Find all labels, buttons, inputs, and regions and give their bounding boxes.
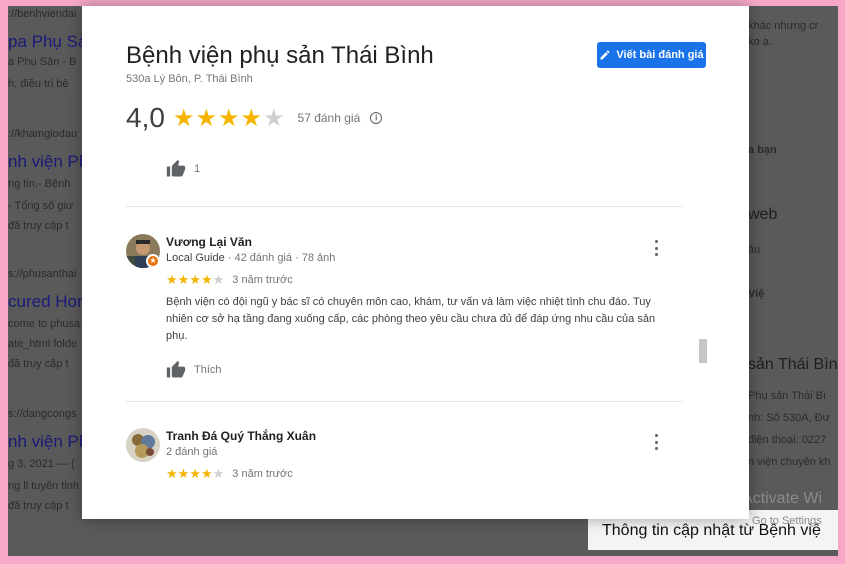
background-panel-line: ầu	[748, 244, 761, 256]
background-panel-line: khác nhưng cr	[748, 20, 819, 32]
star-filled-icon: ★	[172, 104, 196, 132]
like-count: 1	[194, 163, 201, 175]
thumbs-up-icon	[166, 360, 186, 378]
review-date: 3 năm trước	[232, 468, 293, 480]
scrollbar-thumb[interactable]	[699, 339, 707, 363]
review-like-button[interactable]: Thích	[166, 360, 222, 380]
star-filled-icon: ★	[195, 104, 218, 132]
star-filled-icon: ★	[177, 272, 190, 287]
background-search-results: ://benhviendai pa Phụ Sả a Phụ Sản - B h, đ…	[8, 6, 88, 556]
star-empty-icon: ★	[263, 104, 286, 132]
review-text: Bệnh viện có đội ngũ y bác sĩ có chuyên …	[166, 296, 656, 342]
reviewer-meta: Local Guide · 42 đánh giá · 78 ảnh	[166, 252, 335, 264]
background-result-line: a Phụ Sản - B	[8, 56, 77, 68]
background-panel-line: n viện chuyên kh	[748, 456, 831, 468]
background-panel-line: Việ	[748, 288, 765, 300]
background-panel-line: web	[748, 206, 778, 223]
activate-windows-watermark: Activate Wi	[742, 490, 823, 507]
rating-value: 4,0	[126, 102, 165, 133]
thumbs-up-icon	[166, 159, 186, 177]
reviewer-avatar[interactable]	[126, 428, 160, 462]
review-rating: ★★★★★ 3 năm trước	[166, 272, 293, 288]
star-filled-icon: ★	[200, 466, 213, 481]
rating-stars: ★★★★★	[173, 104, 286, 133]
background-panel-line: điện thoại: 0227	[748, 434, 827, 446]
background-result-line: g 3, 2021 — (	[8, 458, 75, 470]
background-result-line: ng tin.- Bệnh	[8, 178, 71, 190]
background-result-line: pa Phụ Sả	[8, 32, 88, 51]
background-panel-line: nh: Số 530A, Đư	[748, 412, 830, 424]
review-card: Tranh Đá Quý Thắng Xuân 2 đánh giá ★★★★★…	[126, 428, 686, 498]
reviewer-meta: 2 đánh giá	[166, 446, 218, 458]
background-result-line: ate_html folde	[8, 338, 78, 350]
background-result-line: ://benhviendai	[8, 8, 77, 20]
local-guide-badge-icon: ★	[146, 254, 160, 268]
top-review-like[interactable]: 1	[166, 159, 200, 179]
star-empty-icon: ★	[212, 466, 225, 481]
like-label: Thích	[194, 364, 222, 376]
reviewer-name[interactable]: Tranh Đá Quý Thắng Xuân	[166, 429, 316, 443]
star-filled-icon: ★	[189, 466, 201, 481]
reviews-dialog: Bệnh viện phụ sản Thái Bình 530a Lý Bôn,…	[82, 6, 749, 519]
review-rating: ★★★★★ 3 năm trước	[166, 466, 293, 482]
background-result-line: s://phusanthai	[8, 268, 77, 280]
review-divider	[126, 206, 683, 207]
place-title: Bệnh viện phụ sản Thái Bình	[126, 42, 434, 69]
overall-rating: 4,0 ★★★★★ 57 đánh giá i	[126, 102, 383, 134]
background-result-line: s://dangcongs	[8, 408, 77, 420]
star-filled-icon: ★	[166, 272, 178, 287]
write-review-label: Viết bài đánh giá	[616, 49, 704, 61]
background-result-line: đã truy cập t	[8, 358, 69, 370]
background-result-line: come to phusa	[8, 318, 81, 330]
review-card: ★ Vương Lại Văn Local Guide · 42 đánh gi…	[126, 234, 686, 384]
local-guide-label: Local Guide	[166, 252, 225, 264]
star-filled-icon: ★	[200, 272, 213, 287]
background-result-line: nh viện Ph	[8, 152, 89, 171]
reviewer-name[interactable]: Vương Lại Văn	[166, 235, 252, 249]
review-divider	[126, 401, 683, 402]
background-result-line: h, điều trị bệ	[8, 78, 69, 90]
background-result-line: cured Hon	[8, 292, 87, 311]
review-stars: ★★★★★	[166, 272, 224, 288]
star-filled-icon: ★	[177, 466, 190, 481]
write-review-button[interactable]: Viết bài đánh giá	[597, 42, 706, 68]
background-panel-line: sản Thái Bìn	[748, 356, 838, 373]
background-result-line: đã truy cập t	[8, 500, 69, 512]
background-result-line: ng ll tuyến tỉnh	[8, 480, 79, 492]
star-filled-icon: ★	[189, 272, 201, 287]
background-result-line: ://khamgiodau	[8, 128, 78, 140]
background-knowledge-panel: khác nhưng cr ko ạ. a bạn web ầu Việ sản Thái …	[748, 6, 838, 556]
background-result-line: nh viện Ph	[8, 432, 89, 451]
pencil-icon	[600, 50, 610, 60]
background-panel-line: Phụ sản Thái Bì	[748, 390, 827, 402]
more-options-icon[interactable]	[652, 434, 660, 450]
star-filled-icon: ★	[240, 104, 263, 132]
background-panel-line: ko ạ.	[748, 36, 772, 48]
activate-windows-subtext: Go to Settings	[752, 515, 822, 527]
star-empty-icon: ★	[212, 272, 225, 287]
review-date: 3 năm trước	[232, 274, 293, 286]
star-filled-icon: ★	[217, 104, 241, 132]
more-options-icon[interactable]	[652, 240, 660, 256]
background-panel-line: a bạn	[748, 144, 777, 156]
background-result-line: - Tổng số giư	[8, 200, 74, 212]
star-filled-icon: ★	[166, 466, 178, 481]
background-result-line: đã truy cập t	[8, 220, 69, 232]
info-icon[interactable]: i	[370, 112, 383, 124]
review-stars: ★★★★★	[166, 466, 224, 482]
place-address: 530a Lý Bôn, P. Thái Bình	[126, 73, 253, 85]
rating-count-link[interactable]: 57 đánh giá	[298, 111, 361, 125]
reviewer-stats: · 42 đánh giá · 78 ảnh	[224, 252, 336, 264]
